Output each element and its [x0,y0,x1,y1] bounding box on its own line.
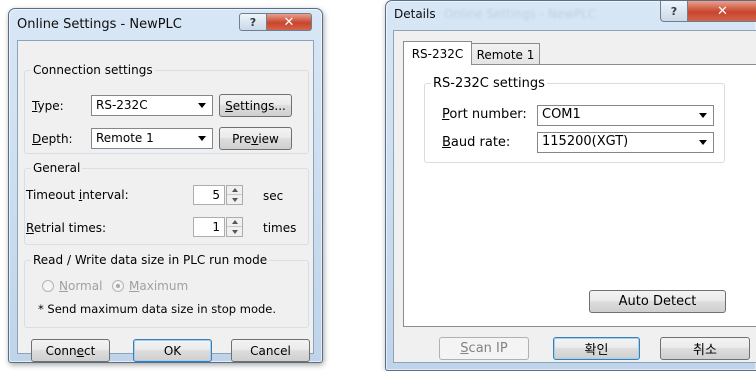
type-value: RS-232C [96,98,148,112]
type-label: Type: [32,99,64,113]
depth-dropdown[interactable]: Remote 1 [91,128,213,149]
online-settings-titlebar[interactable]: Online Settings - NewPLC ? ✕ [9,9,322,39]
chevron-down-icon [198,103,206,108]
chevron-down-icon [198,136,206,141]
timeout-value: 5 [212,188,220,202]
chevron-down-icon [699,140,707,145]
window-title: Details [394,7,436,21]
chevron-down-icon [699,113,707,118]
port-number-value: COM1 [542,107,581,122]
radio-selected-icon [112,280,124,292]
details-window: Details Online Settings - NewPLC ? ✕ RS-… [385,0,756,371]
depth-label: Depth: [32,132,73,146]
retrial-spinner[interactable] [226,217,243,237]
group-title: General [31,161,83,175]
type-dropdown[interactable]: RS-232C [91,95,213,116]
tab-rs232c[interactable]: RS-232C [403,41,472,65]
auto-detect-button[interactable]: Auto Detect [589,290,726,313]
baud-rate-label: Baud rate: [442,135,511,150]
tab-remote-1[interactable]: Remote 1 [471,43,540,65]
close-button[interactable]: ✕ [266,13,312,31]
window-title: Online Settings - NewPLC [17,17,182,32]
question-mark-icon: ? [670,4,678,18]
spin-up-icon[interactable] [227,218,242,227]
maximum-label: Maximum [129,279,189,293]
retrial-label: Retrial times: [26,221,107,235]
ok-button[interactable]: OK [133,339,212,362]
maximum-radio[interactable]: Maximum [112,279,188,293]
spin-up-icon[interactable] [227,186,242,195]
blurred-background-title: Online Settings - NewPLC [444,7,597,21]
settings-button[interactable]: Settings... [219,94,292,117]
timeout-spinner[interactable] [226,185,243,205]
normal-label: Normal [59,279,103,293]
details-body: RS-232C Remote 1 RS-232C settings Port n… [393,30,756,363]
close-x-icon: ✕ [283,14,295,30]
timeout-label: Timeout interval: [26,188,129,202]
group-title: Read / Write data size in PLC run mode [31,253,270,267]
retrial-input[interactable]: 1 [193,217,225,237]
normal-radio[interactable]: Normal [42,279,102,293]
group-title: RS-232C settings [431,76,547,91]
radio-circle-icon [42,280,54,292]
spin-down-icon[interactable] [227,195,242,204]
group-title: Connection settings [31,63,155,77]
cancel-button[interactable]: 취소 [660,337,750,360]
online-settings-window: Online Settings - NewPLC ? ✕ Connection … [8,8,323,363]
baud-rate-value: 115200(XGT) [542,134,629,149]
timeout-unit: sec [263,189,284,203]
port-number-label: Port number: [442,107,527,122]
details-titlebar[interactable]: Details Online Settings - NewPLC ? ✕ [386,1,756,31]
timeout-input[interactable]: 5 [193,185,225,205]
confirm-button[interactable]: 확인 [553,337,640,360]
help-button[interactable]: ? [239,13,267,31]
help-button[interactable]: ? [660,1,688,22]
readwrite-group: Read / Write data size in PLC run mode [24,253,309,328]
port-number-dropdown[interactable]: COM1 [537,105,714,126]
depth-value: Remote 1 [96,131,154,145]
spin-down-icon[interactable] [227,227,242,236]
stop-mode-note: * Send maximum data size in stop mode. [38,302,277,316]
online-settings-body: Connection settings Type: RS-232C Settin… [17,40,314,362]
connect-button[interactable]: Conn e ct [31,339,110,362]
baud-rate-dropdown[interactable]: 115200(XGT) [537,132,714,153]
retrial-value: 1 [212,220,220,234]
retrial-unit: times [263,221,297,235]
close-x-icon: ✕ [717,3,728,19]
preview-button[interactable]: Pre v iew [219,127,292,150]
scan-ip-button[interactable]: Scan IP [439,337,529,360]
rs232c-tab-panel: RS-232C settings Port number: COM1 Baud … [403,64,756,327]
close-button[interactable]: ✕ [687,1,756,22]
cancel-button[interactable]: Cancel [231,339,310,362]
question-mark-icon: ? [249,15,257,29]
